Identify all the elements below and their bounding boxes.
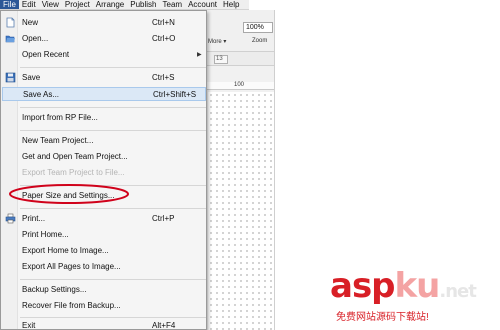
design-canvas[interactable] [208,92,274,330]
watermark-logo: aspku.net 免费网站源码下载站! [326,266,496,326]
open-folder-icon [5,35,15,43]
menu-file[interactable]: File [0,0,19,9]
menu-item-shortcut: Ctrl+P [152,214,175,223]
menu-item-label: Print... [22,214,46,223]
menu-item-label: Open... [22,34,49,43]
menu-edit[interactable]: Edit [19,0,39,9]
menu-arrange[interactable]: Arrange [93,0,127,9]
menu-item-open[interactable]: Open... Ctrl+O [2,32,206,46]
menu-bar: File Edit View Project Arrange Publish T… [0,0,249,10]
menu-item-get-team-project[interactable]: Get and Open Team Project... [2,150,206,164]
watermark-subtitle: 免费网站源码下载站! [336,312,429,323]
menu-help[interactable]: Help [220,0,242,9]
menu-item-save-as[interactable]: Save As... Ctrl+Shift+S [2,87,206,101]
menu-item-label: Export Team Project to File... [22,168,125,177]
menu-item-new-team-project[interactable]: New Team Project... [2,134,206,148]
menu-item-print-home[interactable]: Print Home... [2,228,206,242]
menu-item-label: Print Home... [22,230,69,239]
menu-item-label: Import from RP File... [22,113,98,122]
canvas-edge [274,10,275,330]
menu-item-print[interactable]: Print... Ctrl+P [2,212,206,226]
menu-item-recover-backup[interactable]: Recover File from Backup... [2,299,206,313]
printer-icon [5,213,16,224]
menu-item-label: Get and Open Team Project... [22,152,128,161]
menu-item-shortcut: Ctrl+Shift+S [153,90,197,99]
menu-item-export-all-pages[interactable]: Export All Pages to Image... [2,260,206,274]
menu-item-open-recent[interactable]: Open Recent ▶ [2,48,206,62]
menu-item-import-rp[interactable]: Import from RP File... [2,111,206,125]
zoom-label: Zoom [252,38,268,44]
menu-item-shortcut: Alt+F4 [152,321,176,330]
menu-item-label: New Team Project... [22,136,94,145]
menu-item-label: Save As... [23,90,60,99]
menu-item-label: Backup Settings... [22,285,87,294]
submenu-arrow-icon: ▶ [197,52,202,58]
menu-item-shortcut: Ctrl+S [152,73,175,82]
menu-separator [20,107,206,108]
menu-view[interactable]: View [39,0,62,9]
annotation-ellipse [9,184,129,204]
more-label[interactable]: More ▾ [208,38,226,45]
menu-item-label: Export All Pages to Image... [22,262,121,271]
menu-item-shortcut: Ctrl+O [152,34,176,43]
menu-separator [20,317,206,318]
menu-publish[interactable]: Publish [127,0,159,9]
menu-item-exit[interactable]: Exit Alt+F4 [2,319,206,330]
watermark-ku: ku [394,266,441,306]
file-menu: New Ctrl+N Open... Ctrl+O Open Recent ▶ … [0,10,207,330]
menu-item-export-team-project: Export Team Project to File... [2,166,206,180]
menu-item-label: New [22,18,39,27]
menu-account[interactable]: Account [185,0,220,9]
save-icon [5,72,16,83]
new-file-icon [6,17,15,28]
menu-project[interactable]: Project [62,0,93,9]
menu-separator [20,130,206,131]
menu-item-new[interactable]: New Ctrl+N [2,16,206,30]
watermark-asp: asp [330,266,396,306]
menu-item-export-home-image[interactable]: Export Home to Image... [2,244,206,258]
menu-item-shortcut: Ctrl+N [152,18,175,27]
menu-separator [20,67,206,68]
menu-item-save[interactable]: Save Ctrl+S [2,71,206,85]
menu-item-label: Export Home to Image... [22,246,109,255]
watermark-text: aspku.net [330,266,477,312]
menu-item-label: Recover File from Backup... [22,301,121,310]
ruler-label: 100 [234,82,245,88]
menu-item-label: Exit [22,321,36,330]
menu-item-label: Open Recent [22,50,70,59]
zoom-input[interactable]: 100% [243,22,273,33]
menu-separator [20,208,206,209]
watermark-net: .net [439,281,476,302]
font-size-select[interactable]: 13 [214,55,228,64]
menu-separator [20,279,206,280]
menu-item-backup-settings[interactable]: Backup Settings... [2,283,206,297]
menu-item-label: Save [22,73,41,82]
menu-team[interactable]: Team [160,0,186,9]
